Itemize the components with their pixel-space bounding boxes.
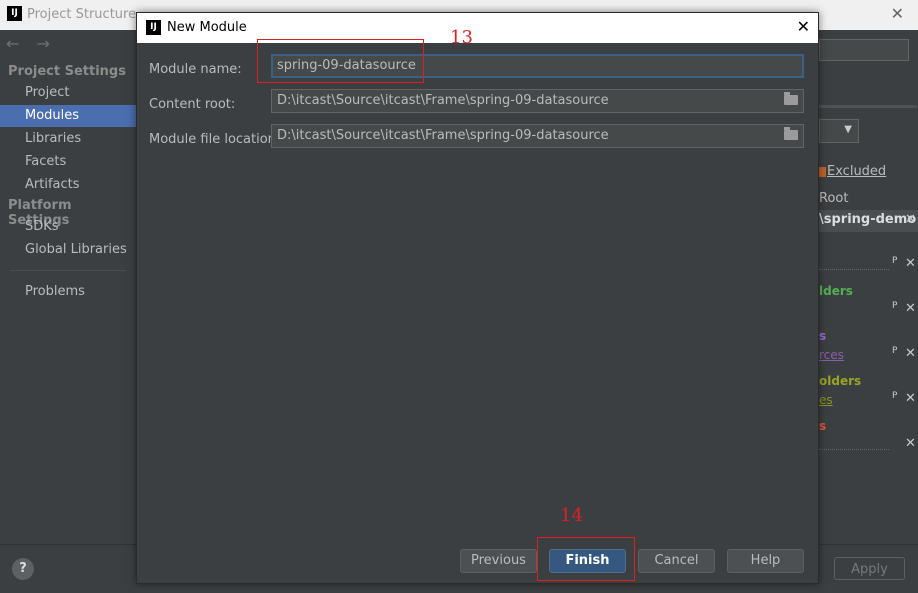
sidebar-item-global-libraries[interactable]: Global Libraries: [0, 239, 136, 261]
sidebar-item-modules[interactable]: Modules: [0, 105, 136, 127]
intellij-logo-icon: IJ: [7, 6, 22, 21]
dropdown[interactable]: ▼: [819, 119, 859, 143]
search-field[interactable]: [819, 39, 909, 61]
annotation-number-13: 13: [450, 27, 473, 48]
panel-divider: [819, 105, 917, 108]
sidebar-item-sdks[interactable]: SDKs: [0, 216, 136, 238]
module-name-label: Module name:: [149, 62, 242, 77]
resources-sub-label: es: [819, 393, 833, 407]
content-root-value: D:\itcast\Source\itcast\Frame\spring-09-…: [277, 93, 609, 108]
root-label: Root: [819, 191, 849, 206]
help-button[interactable]: Help: [727, 549, 804, 573]
remove-icon[interactable]: ✕: [905, 436, 916, 451]
annotation-number-14: 14: [560, 505, 583, 526]
resource-folders-label: olders: [819, 374, 862, 388]
window-title: Project Structure: [27, 7, 137, 22]
folder-icon[interactable]: [784, 127, 798, 140]
sidebar: ← → Project Settings Project Modules Lib…: [0, 30, 137, 544]
navigation-arrows-icon[interactable]: ← →: [6, 34, 56, 53]
remove-icon[interactable]: ✕: [905, 346, 916, 361]
intellij-logo-icon: IJ: [146, 20, 161, 35]
source-folders-label: lders: [819, 284, 853, 298]
excluded-folders-label: s: [819, 419, 827, 433]
help-icon[interactable]: ?: [12, 558, 34, 580]
excluded-folder-icon: [819, 167, 826, 177]
project-settings-header: Project Settings: [8, 64, 126, 79]
resources-label: rces: [819, 348, 844, 362]
properties-icon[interactable]: P: [892, 256, 897, 266]
dotted-divider: [819, 269, 889, 270]
content-root-field[interactable]: D:\itcast\Source\itcast\Frame\spring-09-…: [271, 89, 804, 113]
sidebar-divider: [10, 270, 126, 271]
annotation-box-finish: [537, 537, 635, 581]
previous-button[interactable]: Previous: [460, 549, 537, 573]
module-file-location-value: D:\itcast\Source\itcast\Frame\spring-09-…: [277, 128, 609, 143]
sidebar-item-libraries[interactable]: Libraries: [0, 128, 136, 150]
sidebar-item-project[interactable]: Project: [0, 82, 136, 104]
remove-icon[interactable]: ✕: [905, 391, 916, 406]
folder-icon[interactable]: [784, 92, 798, 105]
remove-icon[interactable]: ✕: [905, 256, 916, 271]
apply-button[interactable]: Apply: [834, 557, 905, 580]
dialog-titlebar: IJ New Module ✕: [137, 13, 818, 43]
module-content-panel: ▼ Excluded Root \spring-demo ✕ lders s r…: [819, 30, 918, 544]
sidebar-item-artifacts[interactable]: Artifacts: [0, 174, 136, 196]
chevron-down-icon: ▼: [844, 124, 852, 135]
content-root-label: Content root:: [149, 97, 236, 112]
new-module-dialog: IJ New Module ✕ Module name: spring-09-d…: [136, 12, 819, 584]
excluded-label[interactable]: Excluded: [827, 164, 886, 179]
close-icon[interactable]: ✕: [891, 4, 904, 23]
dialog-title: New Module: [167, 20, 247, 35]
test-source-label: s: [819, 329, 827, 343]
content-root-row[interactable]: \spring-demo ✕: [819, 210, 918, 232]
sidebar-item-problems[interactable]: Problems: [0, 281, 136, 303]
content-root-path: \spring-demo: [819, 212, 917, 227]
properties-icon[interactable]: P: [892, 391, 897, 401]
cancel-button[interactable]: Cancel: [638, 549, 715, 573]
sidebar-item-facets[interactable]: Facets: [0, 151, 136, 173]
module-file-location-field[interactable]: D:\itcast\Source\itcast\Frame\spring-09-…: [271, 124, 804, 148]
annotation-box-module-name: [257, 39, 424, 83]
properties-icon[interactable]: P: [892, 301, 897, 311]
remove-icon[interactable]: ✕: [905, 301, 916, 316]
remove-icon[interactable]: ✕: [905, 212, 916, 227]
dotted-divider-2: [819, 449, 889, 450]
close-icon[interactable]: ✕: [797, 17, 810, 36]
module-file-location-label: Module file location:: [149, 132, 281, 147]
properties-icon[interactable]: P: [892, 346, 897, 356]
